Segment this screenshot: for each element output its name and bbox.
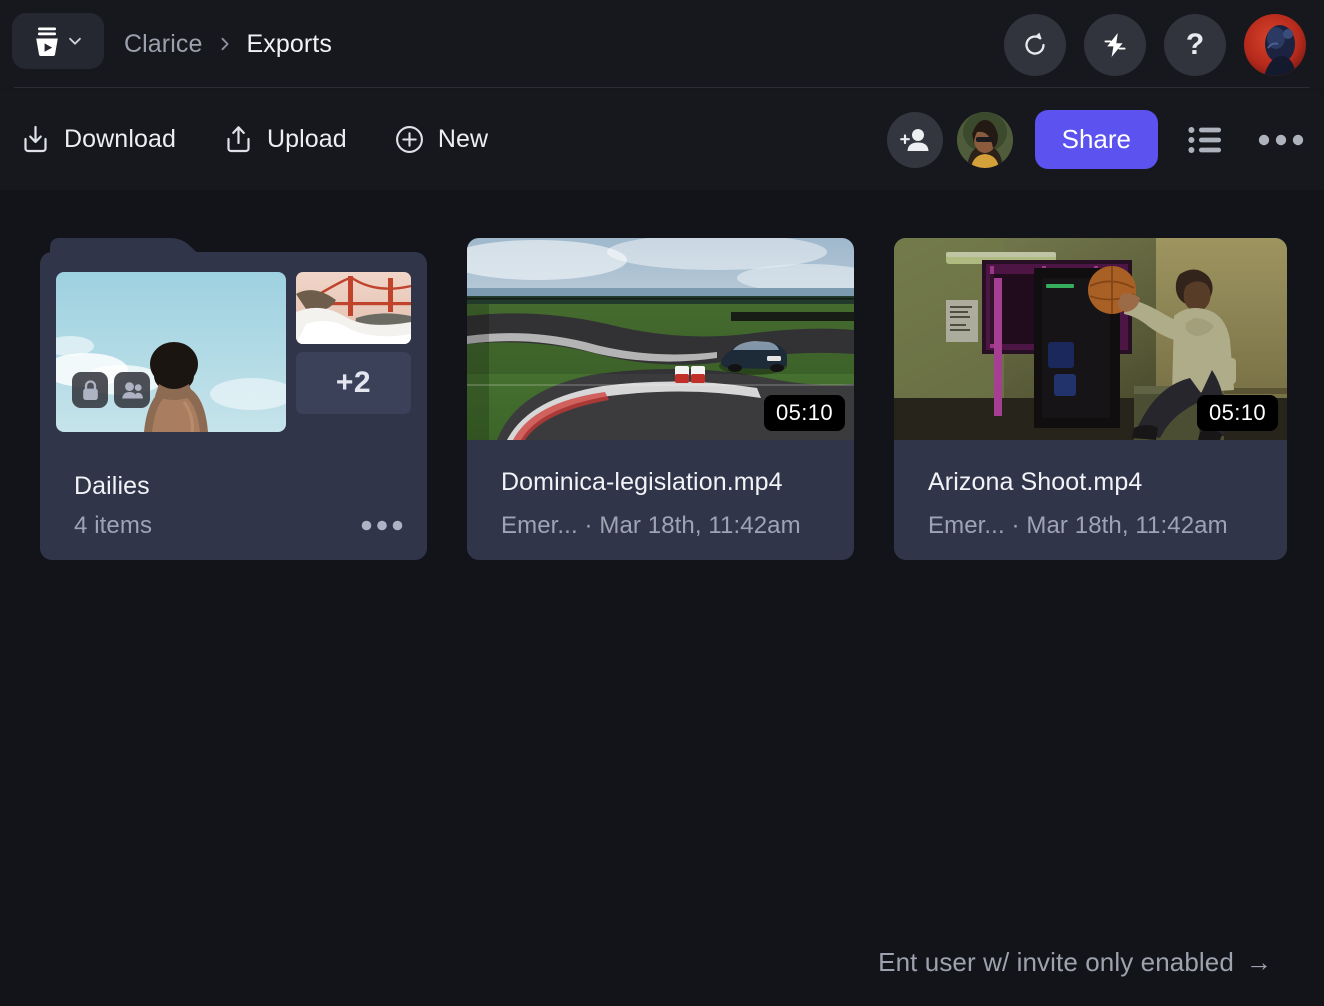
folder-thumbnail-primary-image [56,272,286,432]
upload-icon [227,126,250,153]
content-area: +2 Dailies 4 items 05:10 Dominica-legisl… [0,190,1324,1006]
people-badge[interactable] [114,372,150,408]
breadcrumb: Clarice Exports [124,0,332,88]
folder-card[interactable]: +2 Dailies 4 items [40,238,427,560]
toolbar: Download Upload New Share [0,89,1324,190]
collaborator-avatar-image [956,111,1013,168]
video-meta: Emer... · Mar 18th, 11:42am [501,512,801,539]
people-icon [121,381,143,398]
workspace-switcher-button[interactable] [12,13,104,69]
video-meta: Emer... · Mar 18th, 11:42am [928,512,1228,539]
refresh-button[interactable] [1004,14,1066,76]
download-button[interactable]: Download [20,124,176,155]
download-icon [24,125,47,153]
folder-thumbnail-primary [56,272,286,432]
breadcrumb-current: Exports [246,29,332,58]
arrow-right-icon: → [1245,947,1272,977]
folder-thumbnails: +2 [56,272,411,432]
toolbar-right-actions: Share [886,110,1304,169]
toolbar-left-actions: Download Upload New [20,124,488,155]
video-thumbnail: 05:10 [467,238,854,440]
footer-note[interactable]: Ent user w/ invite only enabled → [878,947,1272,978]
breadcrumb-parent[interactable]: Clarice [124,30,203,59]
folder-subtitle: 4 items [74,512,153,539]
chevron-down-icon [69,37,81,45]
folder-title: Dailies [74,472,150,500]
list-view-icon [1188,126,1221,153]
folder-card-body: +2 Dailies 4 items [40,252,427,560]
share-button[interactable]: Share [1034,110,1158,169]
video-duration-badge: 05:10 [1196,395,1278,431]
add-people-button[interactable] [886,111,943,168]
lock-badge[interactable] [72,372,108,408]
film-bucket-play-icon [36,27,58,56]
video-thumbnail: 05:10 [894,238,1287,440]
video-title: Arizona Shoot.mp4 [928,468,1143,496]
question-mark-icon: ? [1185,28,1205,61]
folder-badges [72,372,150,408]
items-grid: +2 Dailies 4 items 05:10 Dominica-legisl… [40,238,1287,560]
upload-button[interactable]: Upload [223,124,347,155]
avatar[interactable] [1244,14,1306,76]
chevron-right-icon [221,37,229,51]
list-view-button[interactable] [1188,126,1222,154]
top-bar: Clarice Exports ? [0,0,1324,88]
collaborator-avatar[interactable] [956,111,1013,168]
refresh-icon [1025,32,1045,55]
video-duration-badge: 05:10 [763,395,845,431]
folder-thumbnail-secondary [296,272,411,344]
folder-more-button[interactable] [361,518,403,536]
video-card[interactable]: 05:10 Arizona Shoot.mp4 Emer... · Mar 18… [894,238,1287,560]
add-person-icon [899,128,929,151]
new-label: New [437,125,489,153]
lightning-bolt-icon [1104,33,1126,57]
more-horizontal-icon [1258,134,1304,145]
download-label: Download [64,125,176,153]
user-avatar-image [1244,14,1306,76]
folder-thumbnail-secondary-image [296,272,411,344]
header-actions: ? [1004,14,1306,76]
activity-button[interactable] [1084,14,1146,76]
footer-note-text: Ent user w/ invite only enabled [878,947,1234,977]
plus-circle-icon [395,126,423,153]
folder-overflow-count[interactable]: +2 [296,352,411,414]
more-horizontal-icon [361,520,403,531]
more-options-button[interactable] [1258,134,1304,146]
new-button[interactable]: New [394,124,488,155]
help-button[interactable]: ? [1164,14,1226,76]
video-card[interactable]: 05:10 Dominica-legislation.mp4 Emer... ·… [467,238,854,560]
lock-icon [82,379,98,400]
video-title: Dominica-legislation.mp4 [501,468,783,496]
upload-label: Upload [266,125,347,153]
